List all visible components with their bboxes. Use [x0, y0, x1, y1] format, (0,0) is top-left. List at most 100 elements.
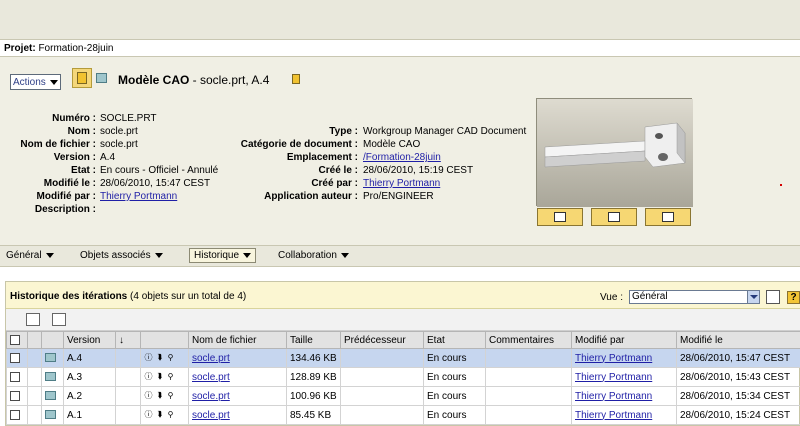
column-header-predecessor[interactable]: Prédécesseur [340, 331, 424, 349]
filename-link[interactable]: socle.prt [192, 410, 230, 421]
column-header-modified-by[interactable]: Modifié par [571, 331, 677, 349]
row-checkbox[interactable] [10, 390, 20, 401]
tab-history[interactable]: Historique [189, 248, 257, 263]
column-header-modified-date[interactable]: Modifié le [676, 331, 800, 349]
structure-icon[interactable]: ⚲ [166, 353, 175, 362]
panel-title-text: Historique des itérations [10, 291, 128, 302]
header-blank [140, 331, 189, 349]
table-toolbar [6, 309, 800, 331]
attr-label-authoring-app: Application auteur : [264, 191, 358, 202]
table-row[interactable]: A.3 ⓘ ⮯ ⚲ socle.prt 128.89 KB En cours Thi… [6, 367, 800, 387]
column-header-size[interactable]: Taille [286, 331, 341, 349]
project-name[interactable]: Formation-28juin [38, 43, 113, 54]
info-icon[interactable]: ⓘ [144, 391, 153, 400]
tab-related-objects[interactable]: Objets associés [80, 250, 163, 261]
header-blank [41, 331, 64, 349]
filename-link[interactable]: socle.prt [192, 391, 230, 402]
cell-state: En cours [423, 405, 486, 425]
cell-predecessor [340, 348, 424, 368]
row-checkbox[interactable] [10, 352, 20, 363]
export-icon[interactable] [52, 313, 66, 326]
column-header-comments[interactable]: Commentaires [485, 331, 572, 349]
table-row[interactable]: A.2 ⓘ ⮯ ⚲ socle.prt 100.96 KB En cours Thi… [6, 386, 800, 406]
chevron-down-icon [747, 291, 759, 303]
created-by-link[interactable]: Thierry Portmann [363, 178, 440, 189]
thumbnail-print-button[interactable] [591, 208, 637, 226]
attr-label-location: Emplacement : [286, 152, 358, 163]
panel-title-count: (4 objets sur un total de 4) [127, 291, 247, 302]
modified-by-link[interactable]: Thierry Portmann [575, 372, 652, 383]
view-label: Vue : [600, 292, 623, 303]
panel-header: Historique des itérations (4 objets sur … [6, 282, 800, 309]
attr-value-type: Workgroup Manager CAD Document [363, 126, 527, 137]
table-row[interactable]: A.1 ⓘ ⮯ ⚲ socle.prt 85.45 KB En cours Thie… [6, 405, 800, 425]
structure-icon[interactable]: ⚲ [166, 372, 175, 381]
cell-predecessor [340, 405, 424, 425]
attr-value-modified-date: 28/06/2010, 15:47 CEST [100, 178, 211, 189]
modified-by-link[interactable]: Thierry Portmann [575, 391, 652, 402]
download-icon[interactable]: ⮯ [155, 410, 164, 419]
page-title: Modèle CAO - socle.prt, A.4 [118, 73, 269, 87]
attr-label-category: Catégorie de document : [240, 139, 358, 150]
project-breadcrumb: Projet: Formation-28juin [4, 43, 114, 54]
modified-by-link[interactable]: Thierry Portmann [575, 410, 652, 421]
cell-version: A.4 [63, 348, 116, 368]
modified-by-link[interactable]: Thierry Portmann [575, 353, 652, 364]
column-header-state[interactable]: Etat [423, 331, 486, 349]
row-checkbox[interactable] [10, 409, 20, 420]
cell-comments [485, 405, 572, 425]
actions-menu-button[interactable]: Actions [10, 74, 61, 90]
help-icon[interactable]: ? [787, 291, 800, 304]
cad-part-preview-image [537, 99, 693, 207]
tab-collaboration[interactable]: Collaboration [278, 250, 349, 261]
compare-icon[interactable] [26, 313, 40, 326]
attr-label-numero: Numéro : [52, 113, 96, 124]
cad-part-icon [96, 73, 107, 83]
chevron-down-icon [49, 79, 58, 85]
tab-label: Général [6, 250, 42, 261]
structure-icon[interactable]: ⚲ [166, 410, 175, 419]
cad-part-icon [45, 353, 56, 363]
info-icon[interactable]: ⓘ [144, 353, 153, 362]
download-icon[interactable]: ⮯ [155, 353, 164, 362]
chevron-down-icon [340, 253, 349, 258]
filename-link[interactable]: socle.prt [192, 372, 230, 383]
table-views-icon[interactable] [766, 290, 780, 304]
thumbnail-view-button[interactable] [645, 208, 691, 226]
tab-general[interactable]: Général [6, 250, 54, 261]
info-icon[interactable]: ⓘ [144, 372, 153, 381]
thumbnail-open-button[interactable] [537, 208, 583, 226]
column-header-filename[interactable]: Nom de fichier [188, 331, 287, 349]
tab-bar: Général Objets associés Historique Colla… [0, 245, 800, 267]
attr-label-modified-by: Modifié par : [36, 191, 96, 202]
column-header-version[interactable]: Version [63, 331, 116, 349]
cell-version: A.1 [63, 405, 116, 425]
cell-modified-date: 28/06/2010, 15:34 CEST [676, 386, 800, 406]
download-icon[interactable]: ⮯ [155, 391, 164, 400]
location-link[interactable]: /Formation-28juin [363, 152, 441, 163]
modified-by-link[interactable]: Thierry Portmann [100, 191, 177, 202]
chevron-down-icon [154, 253, 163, 258]
cad-thumbnail[interactable] [536, 98, 693, 207]
cell-comments [485, 367, 572, 387]
title-object: - socle.prt, A.4 [189, 73, 270, 87]
header-blank [27, 331, 42, 349]
attr-value-version: A.4 [100, 152, 116, 163]
sort-indicator[interactable]: ↓ [115, 331, 141, 349]
title-type: Modèle CAO [118, 73, 190, 87]
document-icon[interactable] [292, 74, 300, 84]
view-select[interactable]: Général [629, 290, 760, 304]
table-row[interactable]: A.4 ⓘ ⮯ ⚲ socle.prt 134.46 KB En cours Thi… [6, 348, 800, 368]
row-checkbox[interactable] [10, 371, 20, 382]
cell-version: A.2 [63, 386, 116, 406]
filename-link[interactable]: socle.prt [192, 353, 230, 364]
marker-dot [780, 184, 782, 186]
cell-version: A.3 [63, 367, 116, 387]
structure-icon[interactable]: ⚲ [166, 391, 175, 400]
download-icon[interactable]: ⮯ [155, 372, 164, 381]
document-info-icon[interactable] [72, 68, 92, 88]
chevron-down-icon [243, 253, 252, 258]
select-all-checkbox[interactable] [10, 334, 20, 345]
cell-comments [485, 386, 572, 406]
info-icon[interactable]: ⓘ [144, 410, 153, 419]
